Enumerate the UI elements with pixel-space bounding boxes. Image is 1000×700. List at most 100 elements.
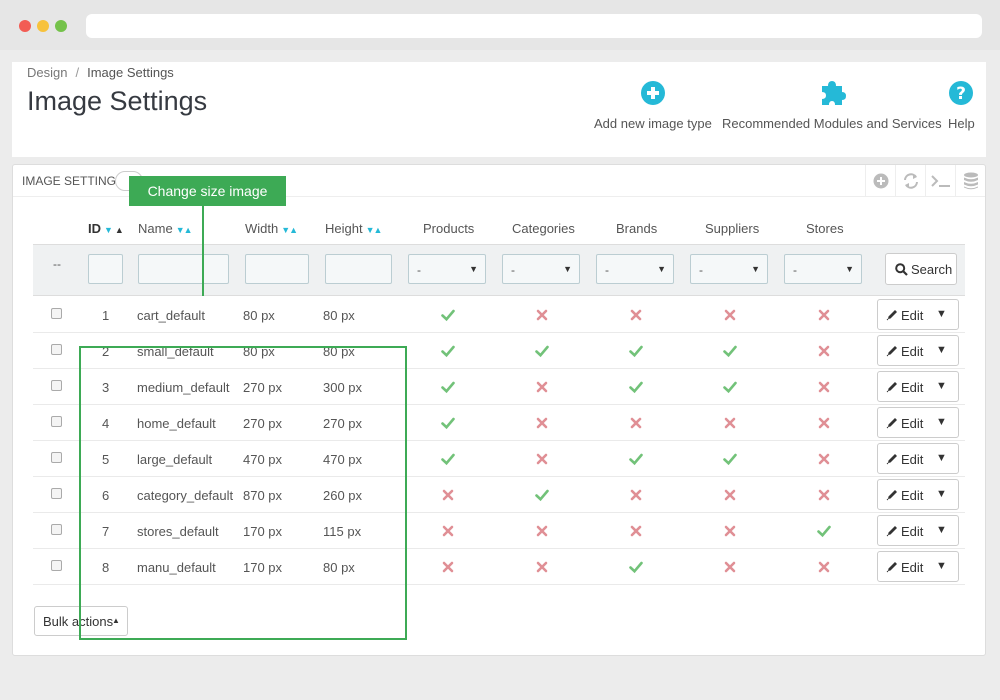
- column-header-width[interactable]: Width ▼▲: [245, 221, 298, 236]
- categories-check-icon[interactable]: [535, 488, 549, 502]
- sort-icon[interactable]: ▼: [104, 225, 113, 235]
- stores-cross-icon[interactable]: [817, 416, 831, 430]
- suppliers-cross-icon[interactable]: [723, 308, 737, 322]
- categories-cross-icon[interactable]: [535, 416, 549, 430]
- products-cross-icon[interactable]: [441, 488, 455, 502]
- brands-cross-icon[interactable]: [629, 488, 643, 502]
- stores-cross-icon[interactable]: [817, 488, 831, 502]
- stores-cross-icon[interactable]: [817, 344, 831, 358]
- brands-cross-icon[interactable]: [629, 416, 643, 430]
- add-new-image-type-button[interactable]: Add new image type: [594, 80, 712, 131]
- filter-stores-select[interactable]: - ▼: [784, 254, 862, 284]
- brands-check-icon[interactable]: [629, 452, 643, 466]
- breadcrumb-parent[interactable]: Design: [27, 65, 67, 80]
- help-button[interactable]: ? Help: [948, 80, 975, 131]
- dropdown-caret-icon[interactable]: ▼: [936, 452, 947, 464]
- categories-cross-icon[interactable]: [535, 560, 549, 574]
- sort-icon[interactable]: ▼▲: [176, 225, 193, 235]
- products-cross-icon[interactable]: [441, 560, 455, 574]
- products-check-icon[interactable]: [441, 452, 455, 466]
- breadcrumb: Design / Image Settings: [27, 65, 174, 80]
- categories-cross-icon[interactable]: [535, 452, 549, 466]
- products-check-icon[interactable]: [441, 380, 455, 394]
- filter-width-input[interactable]: [245, 254, 309, 284]
- dropdown-caret-icon[interactable]: ▼: [936, 524, 947, 536]
- edit-button[interactable]: Edit ▼: [877, 515, 959, 546]
- suppliers-check-icon[interactable]: [723, 380, 737, 394]
- categories-check-icon[interactable]: [535, 344, 549, 358]
- edit-button[interactable]: Edit ▼: [877, 443, 959, 474]
- brands-check-icon[interactable]: [629, 560, 643, 574]
- close-window-button[interactable]: [19, 20, 31, 32]
- row-checkbox[interactable]: [51, 452, 62, 463]
- edit-button[interactable]: Edit ▼: [877, 371, 959, 402]
- sort-icon[interactable]: ▼▲: [281, 225, 298, 235]
- brands-check-icon[interactable]: [629, 380, 643, 394]
- refresh-icon[interactable]: [895, 165, 925, 197]
- terminal-icon[interactable]: [925, 165, 955, 197]
- row-checkbox[interactable]: [51, 344, 62, 355]
- edit-button[interactable]: Edit ▼: [877, 479, 959, 510]
- categories-cross-icon[interactable]: [535, 380, 549, 394]
- row-height: 270 px: [323, 416, 363, 431]
- products-check-icon[interactable]: [441, 344, 455, 358]
- filter-name-input[interactable]: [138, 254, 229, 284]
- search-button[interactable]: Search: [885, 253, 957, 285]
- suppliers-cross-icon[interactable]: [723, 416, 737, 430]
- sort-icon[interactable]: ▲: [115, 225, 124, 235]
- row-checkbox[interactable]: [51, 380, 62, 391]
- row-checkbox[interactable]: [51, 416, 62, 427]
- filter-suppliers-select[interactable]: - ▼: [690, 254, 768, 284]
- filter-products-select[interactable]: - ▼: [408, 254, 486, 284]
- sort-icon[interactable]: ▼▲: [366, 225, 383, 235]
- maximize-window-button[interactable]: [55, 20, 67, 32]
- categories-cross-icon[interactable]: [535, 524, 549, 538]
- column-header-height[interactable]: Height ▼▲: [325, 221, 383, 236]
- suppliers-cross-icon[interactable]: [723, 524, 737, 538]
- filter-id-input[interactable]: [88, 254, 123, 284]
- products-cross-icon[interactable]: [441, 524, 455, 538]
- brands-cross-icon[interactable]: [629, 524, 643, 538]
- add-icon[interactable]: [865, 165, 895, 197]
- filter-categories-select[interactable]: - ▼: [502, 254, 580, 284]
- products-check-icon[interactable]: [441, 308, 455, 322]
- table-row: 1 cart_default 80 px 80 px Edit ▼: [33, 297, 965, 333]
- suppliers-cross-icon[interactable]: [723, 488, 737, 502]
- edit-button[interactable]: Edit ▼: [877, 335, 959, 366]
- dropdown-caret-icon[interactable]: ▼: [936, 560, 947, 572]
- minimize-window-button[interactable]: [37, 20, 49, 32]
- brands-cross-icon[interactable]: [629, 308, 643, 322]
- stores-cross-icon[interactable]: [817, 560, 831, 574]
- edit-button[interactable]: Edit ▼: [877, 551, 959, 582]
- stores-check-icon[interactable]: [817, 524, 831, 538]
- column-header-name[interactable]: Name ▼▲: [138, 221, 193, 236]
- stores-cross-icon[interactable]: [817, 308, 831, 322]
- bulk-actions-button[interactable]: Bulk actions ▲: [34, 606, 128, 636]
- database-icon[interactable]: [955, 165, 985, 197]
- dropdown-caret-icon[interactable]: ▼: [936, 308, 947, 320]
- filter-height-input[interactable]: [325, 254, 392, 284]
- row-checkbox[interactable]: [51, 524, 62, 535]
- stores-cross-icon[interactable]: [817, 452, 831, 466]
- edit-button[interactable]: Edit ▼: [877, 407, 959, 438]
- dropdown-caret-icon[interactable]: ▼: [936, 488, 947, 500]
- edit-button[interactable]: Edit ▼: [877, 299, 959, 330]
- filter-brands-select[interactable]: - ▼: [596, 254, 674, 284]
- dropdown-caret-icon[interactable]: ▼: [936, 344, 947, 356]
- suppliers-check-icon[interactable]: [723, 344, 737, 358]
- row-checkbox[interactable]: [51, 488, 62, 499]
- row-checkbox[interactable]: [51, 560, 62, 571]
- brands-check-icon[interactable]: [629, 344, 643, 358]
- suppliers-check-icon[interactable]: [723, 452, 737, 466]
- edit-label: Edit: [901, 308, 924, 323]
- row-checkbox[interactable]: [51, 308, 62, 319]
- dropdown-caret-icon[interactable]: ▼: [936, 416, 947, 428]
- products-check-icon[interactable]: [441, 416, 455, 430]
- address-bar[interactable]: [86, 14, 982, 38]
- stores-cross-icon[interactable]: [817, 380, 831, 394]
- column-header-id[interactable]: ID ▼ ▲: [88, 221, 124, 236]
- recommended-modules-button[interactable]: Recommended Modules and Services: [722, 80, 942, 131]
- categories-cross-icon[interactable]: [535, 308, 549, 322]
- dropdown-caret-icon[interactable]: ▼: [936, 380, 947, 392]
- suppliers-cross-icon[interactable]: [723, 560, 737, 574]
